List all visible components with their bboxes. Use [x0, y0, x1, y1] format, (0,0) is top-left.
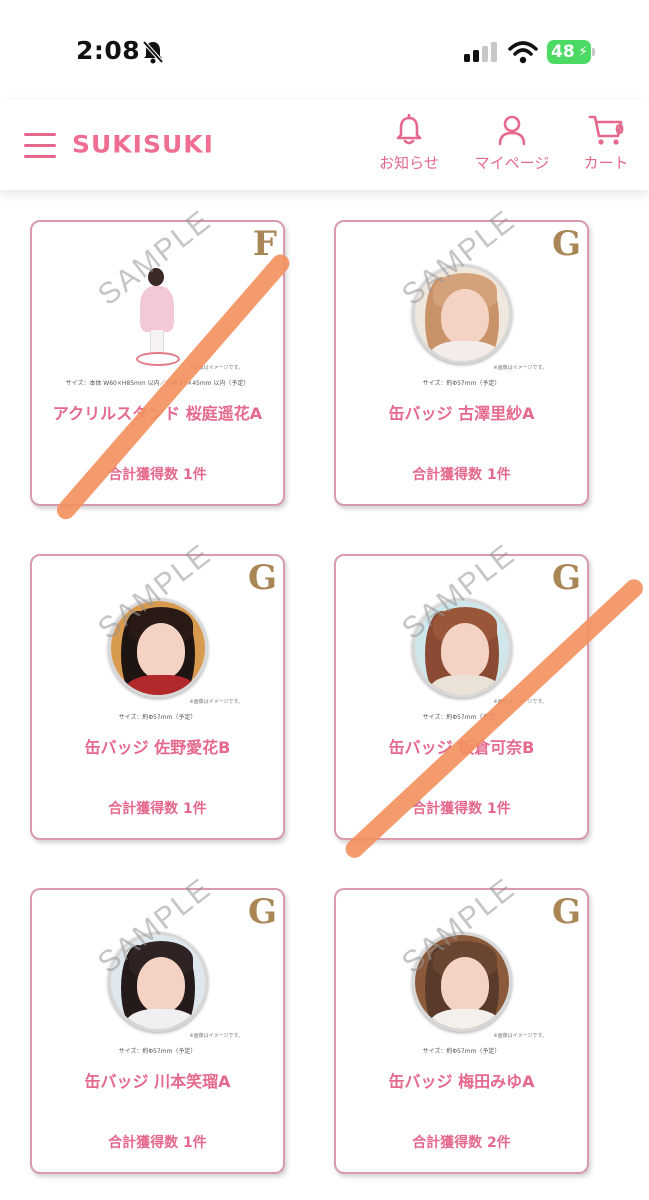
prize-card[interactable]: G SAMPLE ※画像はイメージです。 サイズ：約Φ57mm（予定） 缶バッジ… — [334, 204, 589, 506]
nav-cart-label: カート — [583, 154, 629, 172]
item-title: 缶バッジ 古澤里紗A — [388, 404, 535, 423]
battery-indicator: 48 ⚡ — [547, 40, 591, 64]
size-text: サイズ：約Φ57mm（予定） — [422, 380, 501, 387]
item-count: 合計獲得数 1件 — [108, 801, 207, 817]
nav-notice-label: お知らせ — [379, 154, 439, 172]
hamburger-menu-icon[interactable] — [24, 133, 56, 159]
wifi-icon — [508, 41, 538, 64]
battery-level: 48 — [551, 42, 575, 62]
prize-card[interactable]: G SAMPLE ※画像はイメージです。 サイズ：約Φ57mm（予定） 缶バッジ… — [30, 538, 285, 840]
cellular-signal-icon — [464, 42, 497, 62]
size-text: サイズ：約Φ57mm（予定） — [118, 1048, 197, 1055]
prize-card[interactable]: G SAMPLE ※画像はイメージです。 サイズ：約Φ57mm（予定） 缶バッジ… — [334, 538, 589, 840]
rank-label: G — [551, 224, 581, 264]
user-icon — [498, 115, 526, 146]
size-text: サイズ：約Φ57mm（予定） — [422, 1048, 501, 1055]
prize-card[interactable]: G SAMPLE ※画像はイメージです。 サイズ：約Φ57mm（予定） 缶バッジ… — [334, 872, 589, 1174]
rank-label: G — [551, 558, 581, 598]
cart-count-badge: 0 — [615, 123, 625, 138]
image-note: ※画像はイメージです。 — [189, 699, 243, 705]
item-title: 缶バッジ 梅田みゆA — [388, 1072, 535, 1091]
size-text: サイズ：約Φ57mm（予定） — [118, 714, 197, 721]
image-note: ※画像はイメージです。 — [493, 1033, 547, 1039]
bell-off-icon — [142, 40, 164, 64]
rank-label: G — [247, 892, 277, 932]
item-count: 合計獲得数 1件 — [108, 467, 207, 483]
item-count: 合計獲得数 1件 — [108, 1135, 207, 1151]
item-count: 合計獲得数 2件 — [412, 1135, 511, 1151]
status-bar: 2:08 48 ⚡ — [0, 0, 649, 100]
size-text: サイズ：約Φ57mm（予定） — [422, 714, 501, 721]
status-time: 2:08 — [76, 36, 141, 65]
nav-cart-button[interactable]: 0 カート — [578, 114, 634, 173]
prize-card[interactable]: F SAMPLE ※画像はイメージです。 サイズ：本体 W60×H85mm 以内… — [30, 204, 285, 506]
rank-label: G — [247, 558, 277, 598]
item-title: 缶バッジ 佐野愛花B — [84, 738, 231, 757]
bell-icon — [396, 114, 422, 145]
battery-tip — [592, 48, 595, 56]
site-logo[interactable]: SUKISUKI — [72, 131, 214, 159]
size-text: サイズ：本体 W60×H85mm 以内／台座 45×45mm 以内（予定） — [65, 380, 250, 387]
app-header: SUKISUKI お知らせ マイページ 0 カート — [0, 100, 649, 190]
prize-card[interactable]: G SAMPLE ※画像はイメージです。 サイズ：約Φ57mm（予定） 缶バッジ… — [30, 872, 285, 1174]
image-note: ※画像はイメージです。 — [189, 1033, 243, 1039]
image-note: ※画像はイメージです。 — [493, 365, 547, 371]
rank-label: G — [551, 892, 581, 932]
nav-mypage-label: マイページ — [474, 154, 550, 172]
item-count: 合計獲得数 1件 — [412, 467, 511, 483]
nav-notice-button[interactable]: お知らせ — [376, 114, 442, 173]
item-title: 缶バッジ 川本笑瑠A — [84, 1072, 231, 1091]
item-count: 合計獲得数 1件 — [412, 801, 511, 817]
charging-bolt-icon: ⚡ — [578, 44, 588, 60]
nav-mypage-button[interactable]: マイページ — [470, 114, 554, 173]
